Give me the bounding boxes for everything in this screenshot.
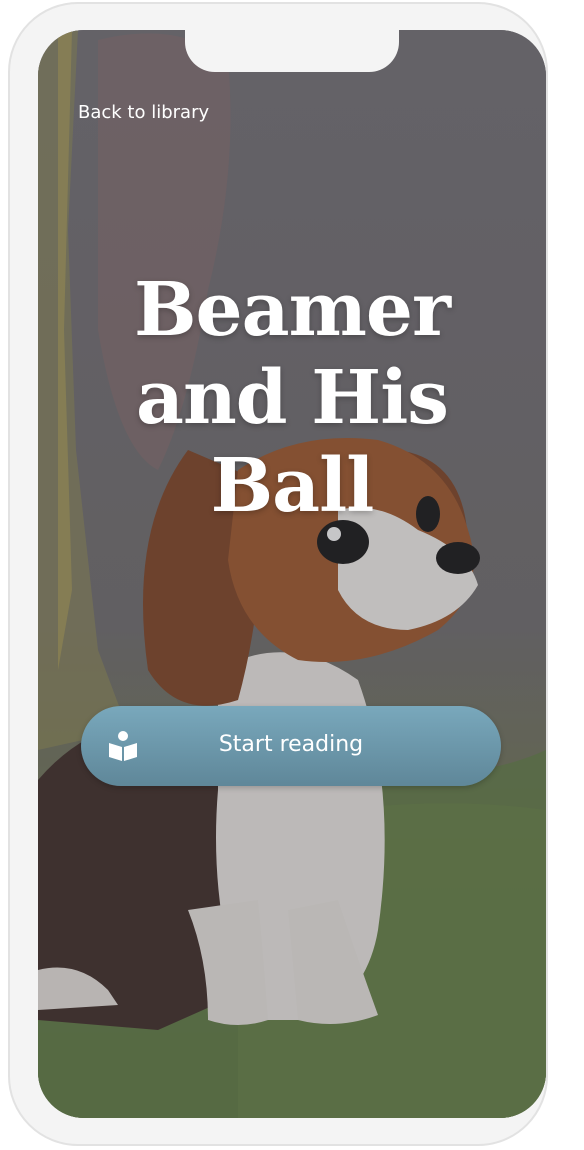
start-reading-button[interactable]: Start reading — [81, 706, 501, 786]
start-reading-label: Start reading — [218, 732, 364, 757]
device-notch — [185, 30, 399, 72]
book-cover-screen: Back to library Beamer and His Ball Star… — [38, 30, 546, 1118]
book-title: Beamer and His Ball — [134, 267, 451, 529]
back-to-library-link[interactable]: Back to library — [78, 102, 209, 123]
cover-illustration — [38, 30, 546, 1118]
